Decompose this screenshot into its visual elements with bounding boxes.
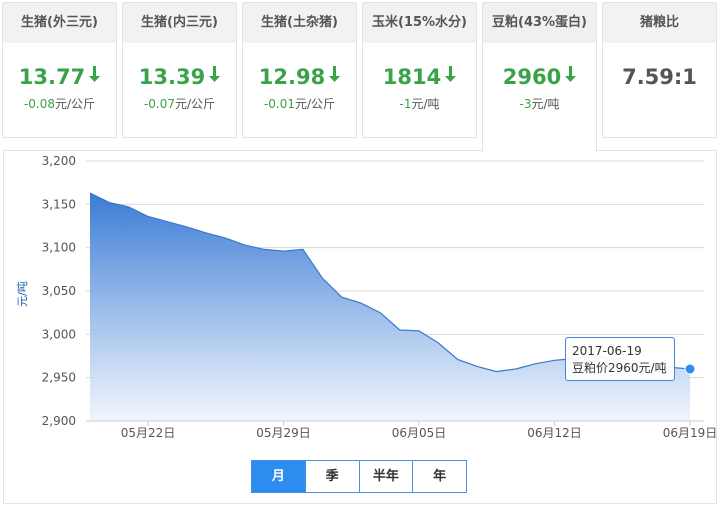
down-arrow-icon [445, 66, 457, 86]
x-tick-label: 06月19日 [663, 426, 716, 440]
card-change-unit: 元/吨 [531, 97, 560, 111]
y-tick-label: 2,900 [42, 414, 76, 428]
price-cards: 生猪(外三元) 13.77 -0.08元/公斤 生猪(内三元) 13.39 -0… [0, 0, 720, 152]
card-title: 猪粮比 [603, 3, 716, 43]
card-change-unit: 元/公斤 [295, 97, 336, 111]
card-price-row: 12.98 [243, 65, 356, 89]
price-card-active[interactable]: 豆粕(43%蛋白) 2960 -3元/吨 [482, 2, 597, 152]
card-change-value: -0.08 [23, 97, 55, 111]
chart-tooltip: 2017-06-19 豆粕价2960元/吨 [565, 337, 675, 381]
card-change: -0.08元/公斤 [3, 95, 116, 112]
x-tick-label: 06月05日 [392, 426, 447, 440]
card-change-value: -0.07 [143, 97, 175, 111]
y-tick-label: 3,200 [42, 154, 76, 168]
area-fill [90, 193, 690, 421]
price-card[interactable]: 猪粮比 7.59:1 [602, 2, 717, 138]
price-card[interactable]: 玉米(15%水分) 1814 -1元/吨 [362, 2, 477, 138]
down-arrow-icon [565, 66, 577, 86]
card-title: 玉米(15%水分) [363, 3, 476, 43]
card-price: 12.98 [258, 65, 326, 89]
card-change: -0.07元/公斤 [123, 95, 236, 112]
card-price: 13.39 [138, 65, 206, 89]
card-change-unit: 元/吨 [411, 97, 440, 111]
card-title: 生猪(外三元) [3, 3, 116, 43]
down-arrow-icon [329, 66, 341, 86]
card-price: 7.59:1 [622, 65, 697, 89]
range-tab-quarter[interactable]: 季 [304, 461, 359, 492]
price-card[interactable]: 生猪(土杂猪) 12.98 -0.01元/公斤 [242, 2, 357, 138]
card-change: -1元/吨 [363, 95, 476, 112]
down-arrow-icon [89, 66, 101, 86]
price-card[interactable]: 生猪(内三元) 13.39 -0.07元/公斤 [122, 2, 237, 138]
hover-point[interactable] [684, 363, 696, 375]
x-tick-label: 06月12日 [527, 426, 582, 440]
card-price: 1814 [382, 65, 442, 89]
tooltip-date: 2017-06-19 [572, 344, 642, 358]
x-tick-label: 05月29日 [256, 426, 311, 440]
card-price-row: 2960 [483, 65, 596, 89]
down-arrow-icon [209, 66, 221, 86]
y-tick-label: 3,050 [42, 284, 76, 298]
tooltip-value: 豆粕价2960元/吨 [572, 361, 667, 375]
card-title: 生猪(内三元) [123, 3, 236, 43]
card-price: 13.77 [18, 65, 86, 89]
card-change-value: -0.01 [263, 97, 295, 111]
card-change-unit: 元/公斤 [55, 97, 96, 111]
card-price: 2960 [502, 65, 562, 89]
y-axis-label: 元/吨 [16, 281, 29, 307]
price-card[interactable]: 生猪(外三元) 13.77 -0.08元/公斤 [2, 2, 117, 138]
card-price-row: 7.59:1 [603, 65, 716, 89]
card-price-row: 13.77 [3, 65, 116, 89]
card-title: 生猪(土杂猪) [243, 3, 356, 43]
range-tab-year[interactable]: 年 [412, 461, 466, 492]
card-change-unit: 元/公斤 [175, 97, 216, 111]
y-tick-label: 3,150 [42, 197, 76, 211]
card-change: -3元/吨 [483, 95, 596, 112]
range-tab-month[interactable]: 月 [252, 461, 305, 492]
y-tick-label: 2,950 [42, 371, 76, 385]
range-tab-halfyear[interactable]: 半年 [358, 461, 413, 492]
soymeal-price-chart: 2,900 2,950 3,000 3,050 3,100 3,150 3,200 05月2… [16, 154, 716, 440]
card-change-value: -1 [399, 97, 412, 111]
card-change-value: -3 [519, 97, 532, 111]
y-tick-label: 3,000 [42, 327, 76, 341]
card-change: -0.01元/公斤 [243, 95, 356, 112]
x-tick-label: 05月22日 [121, 426, 176, 440]
chart-panel: 2,900 2,950 3,000 3,050 3,100 3,150 3,200 05月2… [3, 150, 717, 504]
range-tabs: 月 季 半年 年 [251, 460, 467, 493]
card-title: 豆粕(43%蛋白) [483, 3, 596, 43]
card-price-row: 1814 [363, 65, 476, 89]
card-price-row: 13.39 [123, 65, 236, 89]
y-tick-label: 3,100 [42, 241, 76, 255]
